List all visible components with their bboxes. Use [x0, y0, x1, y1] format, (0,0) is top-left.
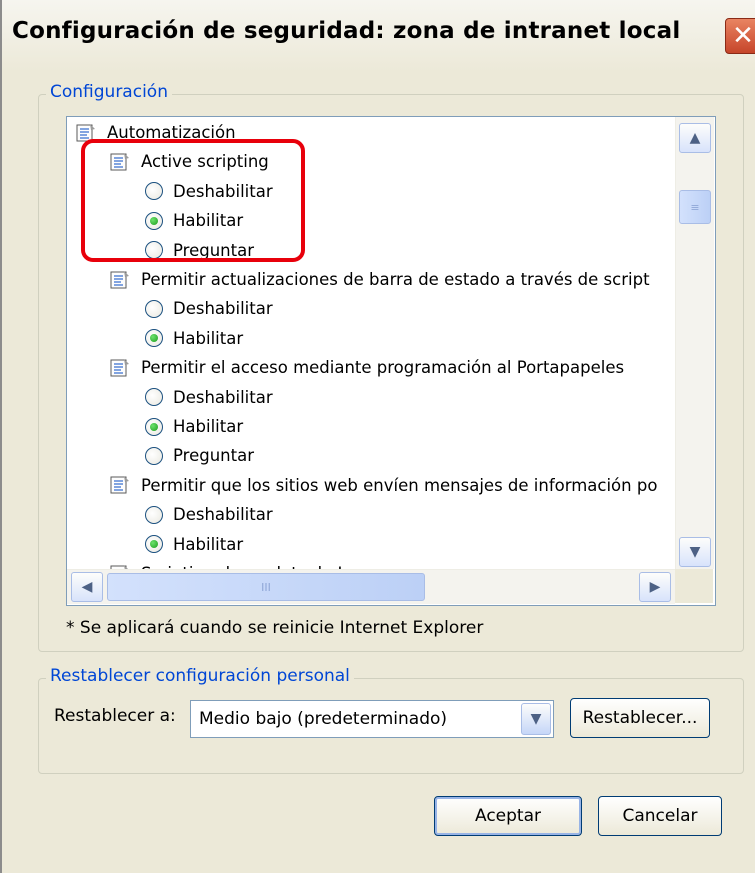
radio-option[interactable]: Deshabilitar [145, 383, 273, 412]
list-item-label: Deshabilitar [173, 299, 273, 319]
radio-option[interactable]: Deshabilitar [145, 500, 273, 529]
settings-page-icon [109, 474, 131, 496]
reset-button[interactable]: Restablecer... [570, 698, 710, 738]
list-item-label: Deshabilitar [173, 505, 273, 525]
ok-button[interactable]: Aceptar [434, 796, 582, 836]
settings-page-icon [109, 357, 131, 379]
close-icon: ✕ [732, 21, 754, 51]
list-item-label: Permitir el acceso mediante programación… [141, 358, 625, 378]
chevron-right-icon: ▶ [649, 579, 661, 595]
reset-level-select[interactable]: Medio bajo (predeterminado) ▼ [190, 700, 554, 738]
chevron-up-icon: ▲ [689, 130, 701, 146]
list-item-label: Scripting de applets de Java [141, 559, 372, 569]
cancel-button-label: Cancelar [622, 806, 698, 826]
setting-item: Permitir que los sitios web envíen mensa… [109, 471, 657, 500]
scroll-down-button[interactable]: ▼ [679, 537, 711, 567]
settings-group-legend: Configuración [46, 82, 172, 102]
reset-button-label: Restablecer... [582, 708, 698, 728]
active-scripting-highlight [81, 139, 305, 262]
radio-checked-icon[interactable] [145, 535, 163, 554]
list-item-label: Preguntar [173, 446, 254, 466]
close-button[interactable]: ✕ [725, 18, 755, 54]
radio-checked-icon[interactable] [145, 329, 163, 348]
horizontal-scrollbar[interactable]: ◀ III ▶ [67, 569, 675, 604]
list-item-label: Permitir actualizaciones de barra de est… [141, 270, 650, 289]
security-settings-dialog: Configuración de seguridad: zona de intr… [0, 0, 755, 873]
scroll-up-button[interactable]: ▲ [679, 123, 711, 153]
grip-icon: III [261, 580, 271, 594]
list-item-label: Deshabilitar [173, 387, 273, 407]
list-item-label: Habilitar [173, 328, 244, 348]
ok-button-label: Aceptar [475, 806, 541, 826]
radio-option[interactable]: Deshabilitar [145, 294, 273, 323]
scroll-left-button[interactable]: ◀ [71, 572, 103, 602]
scroll-right-button[interactable]: ▶ [639, 572, 671, 602]
radio-unchecked-icon[interactable] [145, 505, 163, 524]
horizontal-scroll-thumb[interactable]: III [107, 573, 425, 601]
list-item-label: Habilitar [173, 417, 244, 436]
radio-unchecked-icon[interactable] [145, 299, 163, 318]
settings-page-icon [109, 269, 131, 291]
chevron-left-icon: ◀ [81, 579, 93, 595]
list-item-label: Permitir que los sitios web envíen mensa… [141, 475, 658, 495]
radio-option[interactable]: Habilitar [145, 412, 243, 441]
radio-option[interactable]: Habilitar [145, 324, 243, 353]
reset-group-legend: Restablecer configuración personal [46, 666, 354, 686]
cancel-button[interactable]: Cancelar [598, 796, 722, 836]
chevron-down-icon: ▼ [530, 711, 542, 727]
radio-unchecked-icon[interactable] [145, 446, 163, 465]
radio-checked-icon[interactable] [145, 417, 163, 436]
grip-icon: ≡ [690, 200, 700, 214]
restart-note: * Se aplicará cuando se reinicie Interne… [66, 618, 484, 638]
reset-level-dropdown-button[interactable]: ▼ [521, 703, 551, 735]
scrollbar-corner [675, 569, 713, 603]
setting-item: Permitir actualizaciones de barra de est… [109, 265, 650, 294]
radio-option[interactable]: Preguntar [145, 441, 254, 470]
radio-option[interactable]: Habilitar [145, 530, 243, 559]
list-item-label: Habilitar [173, 534, 244, 554]
dialog-title: Configuración de seguridad: zona de intr… [12, 18, 681, 44]
reset-to-label: Restablecer a: [54, 706, 176, 726]
vertical-scroll-thumb[interactable]: ≡ [679, 190, 711, 224]
radio-unchecked-icon[interactable] [145, 388, 163, 407]
setting-item: Permitir el acceso mediante programación… [109, 353, 624, 382]
vertical-scrollbar[interactable]: ▲ ≡ ▼ [675, 117, 714, 569]
setting-item: Scripting de applets de Java [109, 559, 372, 569]
title-bar[interactable]: Configuración de seguridad: zona de intr… [2, 0, 755, 72]
chevron-down-icon: ▼ [689, 544, 701, 560]
reset-level-value: Medio bajo (predeterminado) [199, 709, 448, 729]
